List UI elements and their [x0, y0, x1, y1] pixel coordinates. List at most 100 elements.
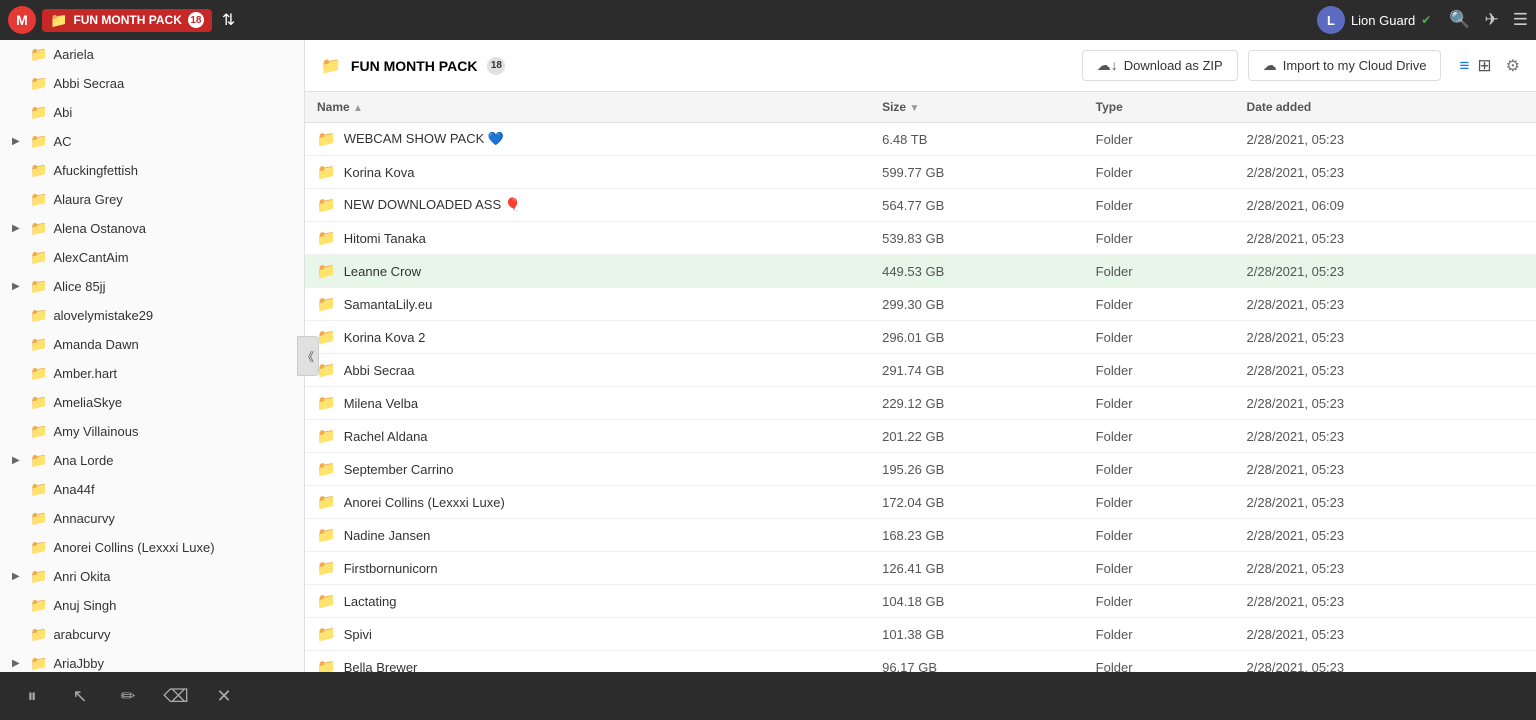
table-row[interactable]: 📁 Korina Kova 599.77 GB Folder 2/28/2021…: [305, 156, 1536, 189]
cell-type: Folder: [1084, 585, 1235, 618]
cell-name: 📁 Milena Velba: [305, 387, 870, 420]
sidebar-item[interactable]: ▶ 📁 Anri Okita: [0, 562, 304, 591]
pencil-button[interactable]: ✏: [112, 680, 144, 712]
col-name-header[interactable]: Name ▲: [305, 92, 870, 123]
table-row[interactable]: 📁 Bella Brewer 96.17 GB Folder 2/28/2021…: [305, 651, 1536, 673]
sidebar-item[interactable]: ▶ 📁 Alice 85jj: [0, 272, 304, 301]
cell-type: Folder: [1084, 552, 1235, 585]
row-name-label: WEBCAM SHOW PACK 💙: [344, 131, 504, 147]
sidebar-item[interactable]: 📁 Amber.hart: [0, 359, 304, 388]
cell-size: 229.12 GB: [870, 387, 1084, 420]
sidebar-item[interactable]: ▶ 📁 AriaJbby: [0, 649, 304, 672]
cell-name: 📁 Anorei Collins (Lexxxi Luxe): [305, 486, 870, 519]
table-row[interactable]: 📁 Korina Kova 2 296.01 GB Folder 2/28/20…: [305, 321, 1536, 354]
cell-type: Folder: [1084, 156, 1235, 189]
sort-icon[interactable]: ⇅: [222, 10, 235, 30]
cell-size: 599.77 GB: [870, 156, 1084, 189]
sidebar-item[interactable]: 📁 AmeliaSkye: [0, 388, 304, 417]
sidebar-folder-icon: 📁: [30, 392, 47, 413]
header-folder-icon: 📁: [321, 56, 341, 76]
cell-type: Folder: [1084, 255, 1235, 288]
sidebar-folder-icon: 📁: [30, 566, 47, 587]
eraser-button[interactable]: ⌫: [160, 680, 192, 712]
cell-date: 2/28/2021, 05:23: [1235, 552, 1536, 585]
sidebar-item[interactable]: 📁 Alaura Grey: [0, 185, 304, 214]
sidebar-item[interactable]: 📁 Abbi Secraa: [0, 69, 304, 98]
sidebar-item[interactable]: ▶ 📁 Ana Lorde: [0, 446, 304, 475]
sidebar-item[interactable]: 📁 Amanda Dawn: [0, 330, 304, 359]
sidebar-folder-icon: 📁: [30, 102, 47, 123]
sidebar-folder-icon: 📁: [30, 479, 47, 500]
cell-date: 2/28/2021, 05:23: [1235, 420, 1536, 453]
table-row[interactable]: 📁 WEBCAM SHOW PACK 💙 6.48 TB Folder 2/28…: [305, 123, 1536, 156]
cursor-button[interactable]: ↖: [64, 680, 96, 712]
menu-icon[interactable]: ☰: [1513, 10, 1528, 30]
cell-date: 2/28/2021, 05:23: [1235, 618, 1536, 651]
search-icon[interactable]: 🔍: [1449, 10, 1470, 30]
sidebar-item[interactable]: 📁 alovelymistake29: [0, 301, 304, 330]
table-row[interactable]: 📁 Lactating 104.18 GB Folder 2/28/2021, …: [305, 585, 1536, 618]
settings-icon[interactable]: ⚙: [1506, 56, 1520, 76]
import-cloud-button[interactable]: ☁ Import to my Cloud Drive: [1248, 50, 1442, 81]
download-zip-button[interactable]: ☁↓ Download as ZIP: [1082, 50, 1238, 81]
cell-name: 📁 Bella Brewer: [305, 651, 870, 673]
sidebar-item[interactable]: 📁 Afuckingfettish: [0, 156, 304, 185]
sidebar-item-label: arabcurvy: [53, 625, 110, 645]
cell-name: 📁 Rachel Aldana: [305, 420, 870, 453]
sidebar-item-label: Aariela: [53, 45, 93, 65]
cell-date: 2/28/2021, 05:23: [1235, 585, 1536, 618]
app-logo: M: [8, 6, 36, 34]
collapse-sidebar-button[interactable]: 《: [297, 336, 319, 376]
sidebar-item[interactable]: 📁 Anorei Collins (Lexxxi Luxe): [0, 533, 304, 562]
sidebar-item[interactable]: 📁 Anuj Singh: [0, 591, 304, 620]
col-size-header[interactable]: Size ▼: [870, 92, 1084, 123]
table-row[interactable]: 📁 SamantaLily.eu 299.30 GB Folder 2/28/2…: [305, 288, 1536, 321]
cell-date: 2/28/2021, 06:09: [1235, 189, 1536, 222]
cell-size: 299.30 GB: [870, 288, 1084, 321]
table-row[interactable]: 📁 Hitomi Tanaka 539.83 GB Folder 2/28/20…: [305, 222, 1536, 255]
sidebar-item[interactable]: 📁 AlexCantAim: [0, 243, 304, 272]
col-type-header[interactable]: Type: [1084, 92, 1235, 123]
cell-name: 📁 Spivi: [305, 618, 870, 651]
table-row[interactable]: 📁 Spivi 101.38 GB Folder 2/28/2021, 05:2…: [305, 618, 1536, 651]
sidebar-item[interactable]: 📁 arabcurvy: [0, 620, 304, 649]
table-row[interactable]: 📁 Leanne Crow 449.53 GB Folder 2/28/2021…: [305, 255, 1536, 288]
sidebar-item[interactable]: 📁 Aariela: [0, 40, 304, 69]
sidebar-item[interactable]: ▶ 📁 Alena Ostanova: [0, 214, 304, 243]
list-view-icon[interactable]: ≡: [1459, 56, 1469, 76]
table-row[interactable]: 📁 Nadine Jansen 168.23 GB Folder 2/28/20…: [305, 519, 1536, 552]
row-name-label: Firstbornunicorn: [344, 561, 438, 576]
cell-type: Folder: [1084, 618, 1235, 651]
cell-type: Folder: [1084, 189, 1235, 222]
sidebar-item[interactable]: 📁 Amy Villainous: [0, 417, 304, 446]
active-folder-pill[interactable]: 📁 FUN MONTH PACK 18: [42, 9, 212, 32]
sidebar-item-label: AC: [53, 132, 71, 152]
sidebar-item[interactable]: 📁 Annacurvy: [0, 504, 304, 533]
row-name-label: Leanne Crow: [344, 264, 421, 279]
sidebar-item[interactable]: ▶ 📁 AC: [0, 127, 304, 156]
send-icon[interactable]: ✈: [1485, 10, 1499, 30]
table-row[interactable]: 📁 Rachel Aldana 201.22 GB Folder 2/28/20…: [305, 420, 1536, 453]
user-info: L Lion Guard ✔: [1317, 6, 1431, 34]
table-row[interactable]: 📁 Firstbornunicorn 126.41 GB Folder 2/28…: [305, 552, 1536, 585]
chevron-icon: ▶: [12, 656, 24, 671]
cell-name: 📁 Firstbornunicorn: [305, 552, 870, 585]
table-row[interactable]: 📁 NEW DOWNLOADED ASS 🎈 564.77 GB Folder …: [305, 189, 1536, 222]
cell-date: 2/28/2021, 05:23: [1235, 519, 1536, 552]
sidebar-item[interactable]: 📁 Ana44f: [0, 475, 304, 504]
close-button[interactable]: ✕: [208, 680, 240, 712]
table-row[interactable]: 📁 Abbi Secraa 291.74 GB Folder 2/28/2021…: [305, 354, 1536, 387]
table-row[interactable]: 📁 Milena Velba 229.12 GB Folder 2/28/202…: [305, 387, 1536, 420]
sidebar-item[interactable]: 📁 Abi: [0, 98, 304, 127]
table-row[interactable]: 📁 September Carrino 195.26 GB Folder 2/2…: [305, 453, 1536, 486]
row-folder-icon: 📁: [317, 229, 336, 247]
table-row[interactable]: 📁 Anorei Collins (Lexxxi Luxe) 172.04 GB…: [305, 486, 1536, 519]
cell-size: 168.23 GB: [870, 519, 1084, 552]
cloud-icon: ☁: [1263, 57, 1277, 74]
pause-button[interactable]: ⏸: [16, 680, 48, 712]
row-name-label: Rachel Aldana: [344, 429, 428, 444]
sidebar-item-label: Afuckingfettish: [53, 161, 138, 181]
col-date-header[interactable]: Date added: [1235, 92, 1536, 123]
cell-size: 172.04 GB: [870, 486, 1084, 519]
grid-view-icon[interactable]: ⊞: [1477, 56, 1491, 76]
